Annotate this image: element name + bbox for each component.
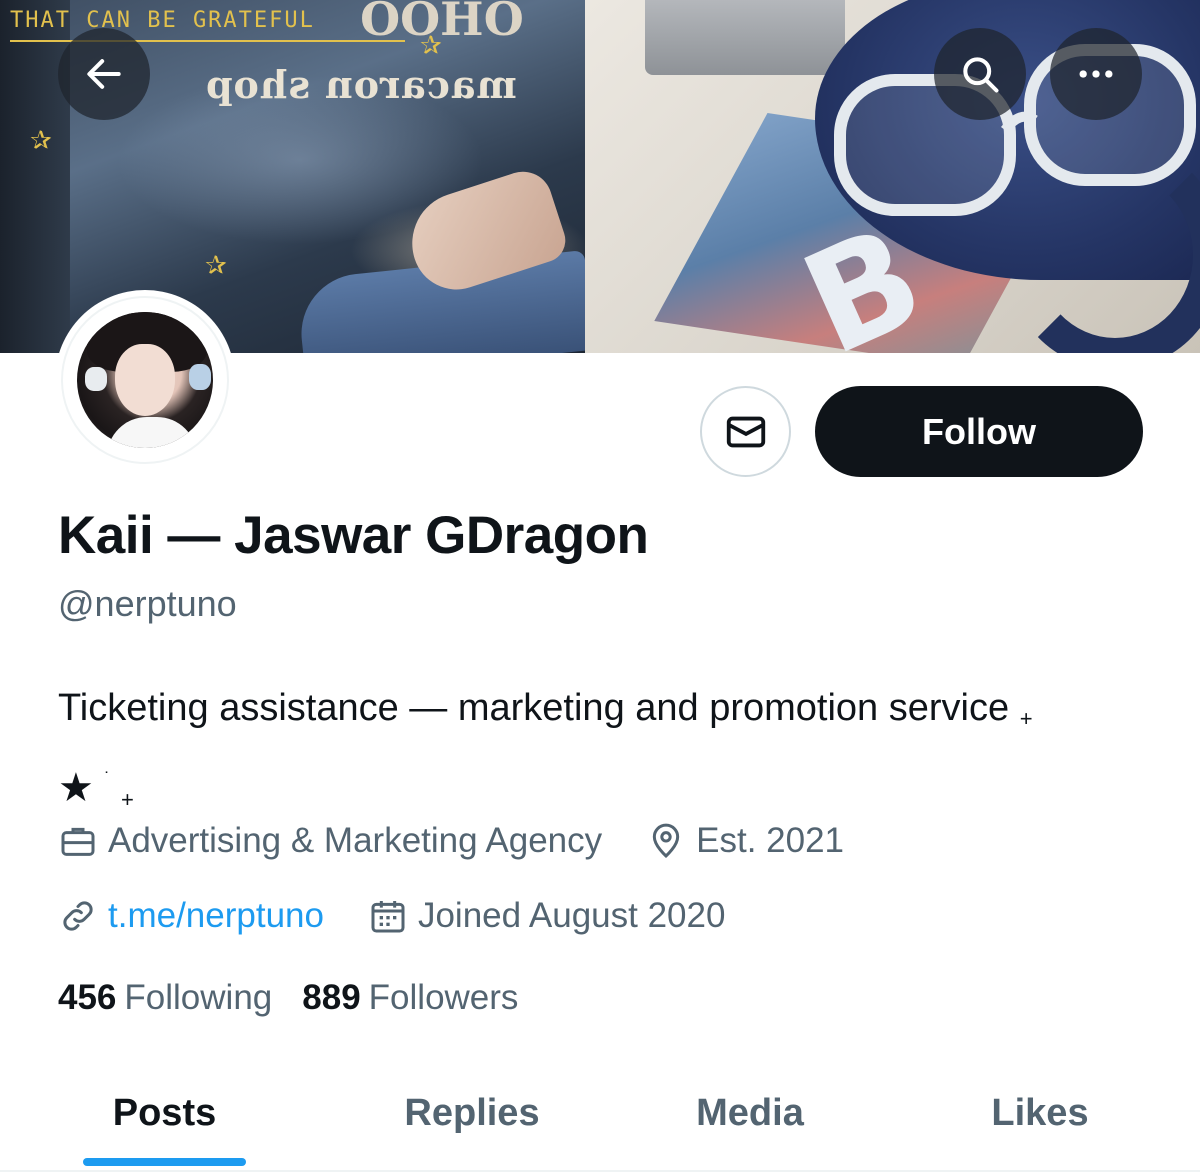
following-link[interactable]: 456 Following — [58, 978, 272, 1018]
profile-bio: Ticketing assistance — marketing and pro… — [58, 678, 1158, 830]
banner-scribble: THAT CAN BE GRATEFUL — [10, 8, 315, 33]
location-text: Est. 2021 — [696, 821, 845, 860]
tab-replies[interactable]: Replies — [372, 1058, 572, 1168]
more-horizontal-icon — [1079, 70, 1113, 78]
active-tab-indicator — [83, 1158, 246, 1166]
doodle-star-icon: ✰ — [205, 250, 227, 280]
tab-posts[interactable]: Posts — [73, 1058, 256, 1168]
following-count: 456 — [58, 978, 117, 1017]
envelope-icon — [726, 416, 765, 447]
profile-category: Advertising & Marketing Agency — [58, 821, 602, 861]
follow-button[interactable]: Follow — [815, 386, 1143, 477]
briefcase-icon — [61, 827, 95, 856]
doodle-star-icon: ✰ — [420, 30, 442, 60]
follow-counts: 456 Following 889 Followers — [58, 978, 548, 1018]
profile-tabs: Posts Replies Media Likes — [0, 1058, 1200, 1172]
bio-plus: + — [1019, 706, 1033, 731]
profile-page: OHOO macaron shop THAT CAN BE GRATEFUL ✰… — [0, 0, 1200, 1172]
website-link[interactable]: t.me/nerptuno — [108, 896, 324, 936]
avatar[interactable] — [55, 290, 235, 470]
bio-dot: ˙ — [104, 769, 111, 789]
profile-website[interactable]: t.me/nerptuno — [58, 896, 324, 936]
banner-sign-text: macaron shop — [205, 62, 517, 107]
following-label: Following — [124, 978, 273, 1017]
avatar-photo — [77, 312, 213, 448]
joined-text: Joined August 2020 — [417, 896, 726, 935]
calendar-icon — [371, 901, 405, 933]
doodle-star-icon: ✰ — [30, 125, 52, 155]
arrow-left-icon — [87, 59, 121, 89]
link-icon — [63, 901, 93, 931]
bio-star: ★ — [58, 766, 94, 810]
message-button[interactable] — [700, 386, 791, 477]
bio-plus: + — [120, 787, 134, 812]
followers-link[interactable]: 889 Followers — [302, 978, 518, 1018]
profile-joined: Joined August 2020 — [368, 896, 725, 936]
profile-meta-row: t.me/nerptuno Joined August 2020 — [58, 893, 769, 939]
followers-count: 889 — [302, 978, 361, 1017]
tab-likes[interactable]: Likes — [960, 1058, 1120, 1168]
followers-label: Followers — [368, 978, 519, 1017]
category-text: Advertising & Marketing Agency — [108, 821, 603, 860]
bio-text: Ticketing assistance — marketing and pro… — [58, 687, 1010, 729]
location-pin-icon — [652, 823, 680, 859]
profile-handle: @nerptuno — [58, 583, 237, 624]
profile-meta-row: Advertising & Marketing Agency Est. 2021 — [58, 818, 888, 864]
display-name: Kaii — Jaswar GDragon — [58, 506, 649, 565]
search-button[interactable] — [934, 28, 1026, 120]
tab-media[interactable]: Media — [660, 1058, 840, 1168]
search-icon — [963, 57, 999, 93]
back-button[interactable] — [58, 28, 150, 120]
profile-location: Est. 2021 — [646, 821, 844, 861]
more-button[interactable] — [1050, 28, 1142, 120]
